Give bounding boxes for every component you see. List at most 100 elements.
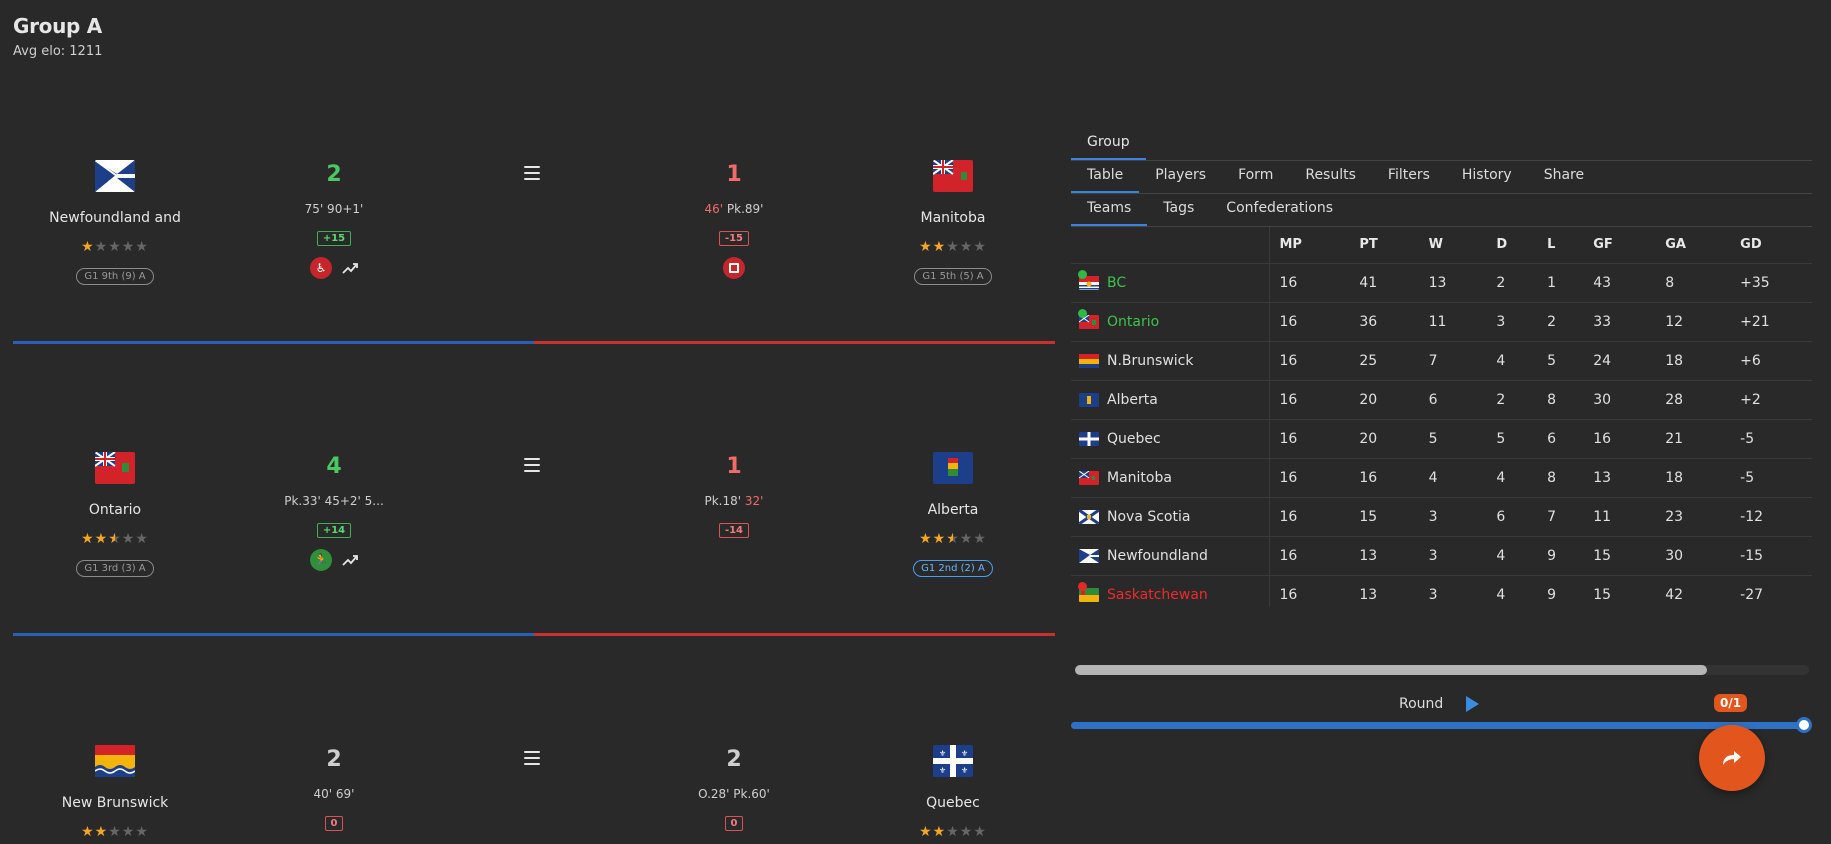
- round-slider-track[interactable]: [1071, 722, 1804, 729]
- team-flag: [933, 160, 973, 192]
- column-header-l[interactable]: L: [1537, 227, 1583, 263]
- match-card[interactable]: Ontario ★★★★★ G1 3rd (3) A 4 Pk.33' 45+2…: [13, 452, 1055, 672]
- team-name[interactable]: Nova Scotia: [1107, 509, 1190, 525]
- team-cell[interactable]: Alberta: [1071, 379, 1269, 419]
- column-header-team[interactable]: [1071, 227, 1269, 263]
- cell-gd: +2: [1730, 379, 1812, 419]
- match-progress-bar: [13, 341, 1055, 344]
- team-name[interactable]: Newfoundland and: [49, 210, 181, 226]
- next-round-button[interactable]: [1699, 725, 1765, 791]
- goal-times: 40' 69': [313, 787, 355, 801]
- red-card-icon[interactable]: [723, 257, 745, 279]
- relegation-dot-icon: [1078, 581, 1087, 591]
- team-flag-icon: [1079, 548, 1099, 563]
- team-name[interactable]: Alberta: [1107, 392, 1158, 408]
- cell-l: 9: [1537, 574, 1584, 607]
- table-row[interactable]: Nova Scotia 16 15 3 6 7 11 23 -12: [1071, 496, 1812, 536]
- menu-icon[interactable]: [524, 458, 540, 472]
- panel-tabs: Table Players Form Results Filters Histo…: [1071, 161, 1812, 194]
- rank-pill[interactable]: G1 9th (9) A: [76, 268, 154, 285]
- column-header-pt[interactable]: PT: [1349, 227, 1418, 263]
- match-card[interactable]: New Brunswick ★★★★★ 2 40' 69' 0 2 O.28' …: [13, 745, 1055, 844]
- cell-pt: 13: [1349, 535, 1419, 575]
- rank-pill[interactable]: G1 2nd (2) A: [913, 560, 993, 577]
- away-score: 2: [726, 747, 742, 772]
- team-name[interactable]: Quebec: [926, 795, 980, 811]
- menu-icon[interactable]: [524, 751, 540, 765]
- team-name[interactable]: Quebec: [1107, 431, 1161, 447]
- table-row[interactable]: Ontario 16 36 11 3 2 33 12 +21: [1071, 301, 1812, 341]
- column-header-gf[interactable]: GF: [1583, 227, 1655, 263]
- star-rating: ★★★★★: [81, 531, 149, 547]
- tab-history[interactable]: History: [1446, 161, 1528, 193]
- round-slider-handle[interactable]: [1796, 717, 1812, 733]
- cell-gf: 33: [1583, 301, 1656, 341]
- table-row[interactable]: N.Brunswick 16 25 7 4 5 24 18 +6: [1071, 340, 1812, 380]
- cell-mp: 16: [1268, 457, 1350, 497]
- rank-pill[interactable]: G1 3rd (3) A: [76, 560, 154, 577]
- round-label: Round: [1399, 696, 1444, 712]
- table-row[interactable]: Alberta 16 20 6 2 8 30 28 +2: [1071, 379, 1812, 419]
- cell-mp: 16: [1268, 574, 1350, 607]
- tab-share[interactable]: Share: [1528, 161, 1600, 193]
- table-row[interactable]: BC 16 41 13 2 1 43 8 +35: [1071, 262, 1812, 302]
- table-row[interactable]: Saskatchewan 16 13 3 4 9 15 42 -27: [1071, 574, 1812, 607]
- subtab-teams[interactable]: Teams: [1071, 194, 1148, 226]
- injury-icon[interactable]: ♿: [310, 257, 332, 279]
- cell-ga: 8: [1655, 262, 1731, 302]
- column-header-w[interactable]: W: [1419, 227, 1487, 263]
- table-row[interactable]: Manitoba 16 16 4 4 8 13 18 -5: [1071, 457, 1812, 497]
- team-name[interactable]: Ontario: [89, 502, 141, 518]
- team-name[interactable]: New Brunswick: [62, 795, 169, 811]
- tab-results[interactable]: Results: [1289, 161, 1372, 193]
- trending-up-icon[interactable]: [342, 553, 358, 567]
- team-cell[interactable]: Nova Scotia: [1071, 496, 1269, 536]
- team-cell[interactable]: Newfoundland: [1071, 535, 1269, 575]
- team-name[interactable]: Ontario: [1107, 314, 1159, 330]
- menu-icon[interactable]: [524, 166, 540, 180]
- column-header-mp[interactable]: MP: [1268, 227, 1350, 263]
- play-icon[interactable]: [1466, 696, 1479, 712]
- star-rating: ★★★★★: [919, 239, 987, 255]
- elo-delta: 0: [724, 816, 744, 831]
- standings-table-wrap[interactable]: MP PT W D L GF GA GD BC 16 41 13 2 1 43 8 +35 Ont…: [1071, 227, 1812, 607]
- table-row[interactable]: Quebec 16 20 5 5 6 16 21 -5: [1071, 418, 1812, 458]
- team-name[interactable]: Manitoba: [921, 210, 986, 226]
- team-name[interactable]: Saskatchewan: [1107, 587, 1208, 603]
- table-row[interactable]: Newfoundland 16 13 3 4 9 15 30 -15: [1071, 535, 1812, 575]
- tab-table[interactable]: Table: [1071, 161, 1140, 193]
- tab-filters[interactable]: Filters: [1372, 161, 1446, 193]
- goal-times: Pk.18' 32': [704, 494, 764, 508]
- subtab-confederations[interactable]: Confederations: [1210, 194, 1349, 226]
- cell-l: 2: [1537, 301, 1584, 341]
- team-name[interactable]: Alberta: [928, 502, 979, 518]
- match-card[interactable]: Newfoundland and ★★★★★ G1 9th (9) A 2 75…: [13, 160, 1055, 380]
- trending-up-icon[interactable]: [342, 261, 358, 275]
- team-name[interactable]: Manitoba: [1107, 470, 1172, 486]
- tab-players[interactable]: Players: [1139, 161, 1222, 193]
- cell-gd: -5: [1730, 457, 1812, 497]
- team-cell[interactable]: Quebec: [1071, 418, 1269, 458]
- team-cell[interactable]: Ontario: [1071, 301, 1269, 341]
- subtab-tags[interactable]: Tags: [1147, 194, 1210, 226]
- column-header-ga[interactable]: GA: [1655, 227, 1730, 263]
- team-cell[interactable]: BC: [1071, 262, 1269, 302]
- cell-d: 4: [1486, 574, 1538, 607]
- team-cell[interactable]: N.Brunswick: [1071, 340, 1269, 380]
- cell-d: 4: [1486, 340, 1538, 380]
- home-score: 2: [326, 747, 342, 772]
- rank-pill[interactable]: G1 5th (5) A: [914, 268, 992, 285]
- tab-form[interactable]: Form: [1222, 161, 1289, 193]
- team-cell[interactable]: Manitoba: [1071, 457, 1269, 497]
- team-name[interactable]: BC: [1107, 275, 1126, 291]
- column-header-gd[interactable]: GD: [1730, 227, 1812, 263]
- team-cell[interactable]: Saskatchewan: [1071, 574, 1269, 607]
- cell-mp: 16: [1268, 379, 1350, 419]
- tab-group[interactable]: Group: [1071, 128, 1146, 160]
- table-horizontal-scrollbar[interactable]: [1075, 665, 1809, 675]
- svg-text:⚜: ⚜: [961, 766, 968, 775]
- player-run-icon[interactable]: 🏃: [310, 549, 332, 571]
- team-name[interactable]: Newfoundland: [1107, 548, 1208, 564]
- column-header-d[interactable]: D: [1486, 227, 1537, 263]
- team-name[interactable]: N.Brunswick: [1107, 353, 1193, 369]
